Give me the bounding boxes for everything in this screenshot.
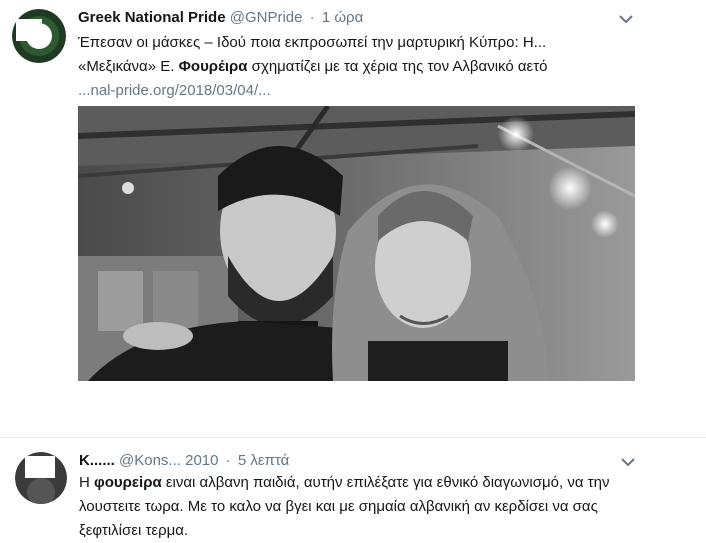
author-handle-suffix: 2010 (185, 452, 219, 469)
separator-dot: · (225, 452, 231, 469)
author-handle[interactable]: @GNPride (230, 9, 303, 26)
tweet-timestamp[interactable]: 1 ώρα (322, 9, 363, 26)
tweet-header: Greek National Pride @GNPride · 1 ώρα (78, 9, 363, 27)
tweet-2[interactable]: Κ...... @Kons... 2010 · 5 λεπτά Η φουρεi… (0, 437, 706, 542)
author-name[interactable]: Κ...... (79, 452, 115, 469)
tweet-photo[interactable] (78, 106, 635, 381)
tweet-text-line-1: Έπεσαν οι μάσκες – Ιδού ποια εκπροσωπεί … (78, 34, 547, 51)
author-name[interactable]: Greek National Pride (78, 9, 226, 26)
tweet-link[interactable]: ...nal-pride.org/2018/03/04/... (78, 79, 623, 103)
tweet-text: Έπεσαν οι μάσκες – Ιδού ποια εκπροσωπεί … (78, 31, 623, 103)
chevron-down-icon[interactable] (617, 12, 635, 26)
tweet-text: Η φουρεiρα ειναι αλβανη παιδιά, αυτήν επ… (79, 471, 639, 543)
text-segment: «Μεξικάνα» Ε. (78, 58, 179, 75)
tweet-timestamp[interactable]: 5 λεπτά (238, 452, 289, 469)
text-segment: Η (79, 474, 94, 491)
profile-avatar[interactable] (12, 9, 66, 63)
text-segment: σχηματίζει με τα χέρια της τον Αλβανικό … (247, 58, 548, 75)
tweet-1[interactable]: Greek National Pride @GNPride · 1 ώρα Έπ… (0, 0, 706, 420)
tweet-header: Κ...... @Kons... 2010 · 5 λεπτά (79, 452, 289, 470)
highlighted-term: Φουρέιρα (178, 58, 248, 75)
tweet-text-line-2: «Μεξικάνα» Ε. Φουρέιρα σχηματίζει με τα … (78, 55, 623, 79)
profile-avatar[interactable] (15, 452, 67, 504)
separator-dot: · (309, 9, 315, 26)
author-handle[interactable]: @Kons... (119, 452, 181, 469)
highlighted-term: φουρεiρα (94, 474, 162, 491)
chevron-down-icon[interactable] (619, 455, 637, 469)
